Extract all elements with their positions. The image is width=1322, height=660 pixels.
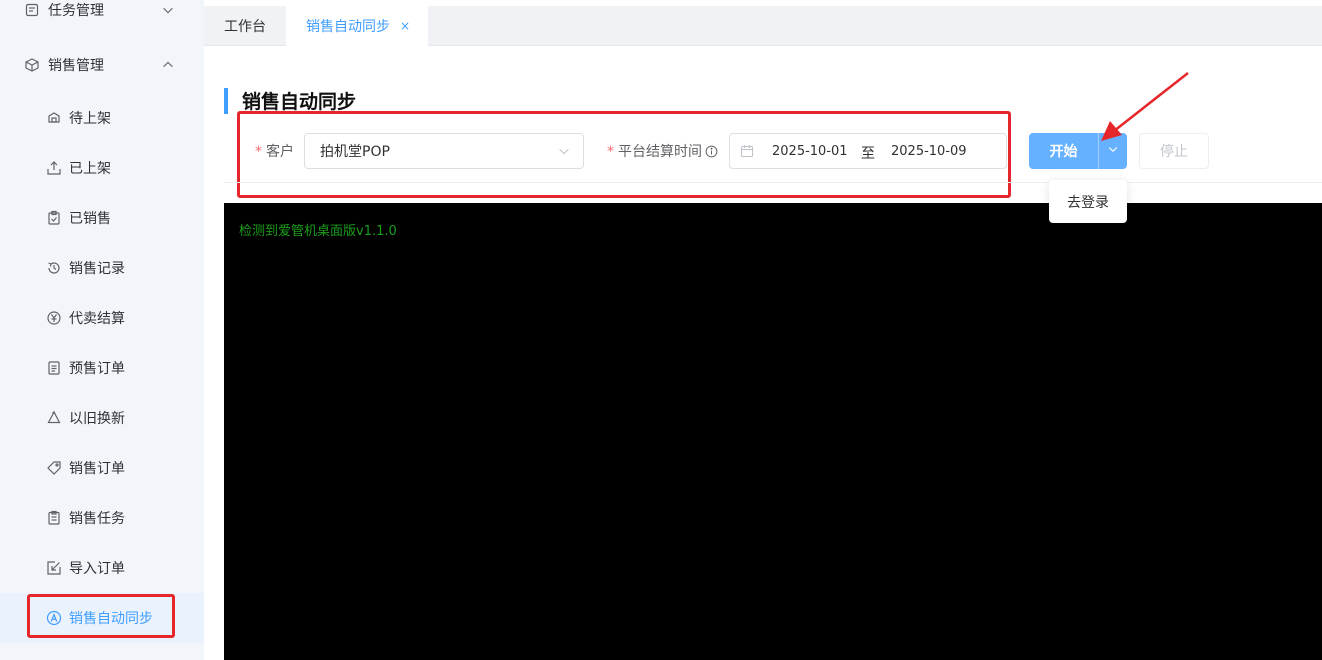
sidebar-group-label: 销售管理 (48, 58, 104, 74)
sidebar-item-pending-shelf[interactable]: 待上架 (0, 93, 204, 143)
sidebar-item-label: 销售订单 (69, 461, 125, 477)
sidebar-group-sales[interactable]: 销售管理 (0, 40, 204, 90)
sidebar-item-label: 导入订单 (69, 561, 125, 577)
sidebar-group-label: 任务管理 (48, 3, 104, 19)
console-line: 检测到爱管机桌面版v1.1.0 (239, 224, 397, 239)
sidebar-item-consign-settle[interactable]: 代卖结算 (0, 293, 204, 343)
sidebar-item-sales-task[interactable]: 销售任务 (0, 493, 204, 543)
clipboard-check-icon (46, 210, 62, 226)
sidebar-item-label: 销售任务 (69, 511, 125, 527)
page-title: 销售自动同步 (242, 91, 357, 113)
tab-auto-sync[interactable]: 销售自动同步 × (286, 6, 428, 46)
chevron-down-icon (1107, 143, 1119, 159)
document-icon (46, 360, 62, 376)
dropdown-item-label: 去登录 (1067, 194, 1109, 211)
start-dropdown-toggle[interactable] (1098, 133, 1127, 169)
annotation-highlight-form (237, 111, 1011, 198)
stop-button-label: 停止 (1160, 144, 1188, 160)
sidebar-item-label: 代卖结算 (69, 311, 125, 327)
start-button-label: 开始 (1049, 144, 1078, 160)
title-accent-bar (224, 88, 228, 114)
sidebar-item-sales-order[interactable]: 销售订单 (0, 443, 204, 493)
sidebar-item-label: 已销售 (69, 211, 111, 227)
sidebar-item-label: 销售记录 (69, 261, 125, 277)
tab-label: 销售自动同步 (306, 19, 390, 35)
clipboard-list-icon (46, 510, 62, 526)
pending-shelf-icon (46, 110, 62, 126)
import-icon (46, 560, 62, 576)
sidebar-item-label: 待上架 (69, 111, 111, 127)
console-output: 检测到爱管机桌面版v1.1.0 (224, 203, 1322, 660)
dropdown-item-login[interactable]: 去登录 (1049, 180, 1127, 223)
tab-workbench[interactable]: 工作台 (204, 6, 286, 46)
start-button[interactable]: 开始 (1029, 133, 1098, 169)
recycle-icon (46, 410, 62, 426)
sidebar-group-task[interactable]: 任务管理 (0, 0, 204, 35)
yen-circle-icon (46, 310, 62, 326)
sidebar-item-label: 预售订单 (69, 361, 125, 377)
divider (224, 182, 1322, 183)
annotation-highlight-sidebar (27, 594, 175, 638)
sidebar-item-label: 以旧换新 (69, 411, 125, 427)
sidebar-item-trade-in[interactable]: 以旧换新 (0, 393, 204, 443)
sidebar-item-on-shelf[interactable]: 已上架 (0, 143, 204, 193)
tab-bar: 工作台 销售自动同步 × (204, 6, 1322, 46)
chevron-up-icon (160, 57, 176, 73)
package-icon (24, 57, 40, 73)
task-icon (24, 2, 40, 18)
sidebar-item-sales-record[interactable]: 销售记录 (0, 243, 204, 293)
sidebar: 任务管理 销售管理 待上架 已上架 已销售 销售记录 代卖结算 预售订单 以旧换… (0, 0, 204, 660)
upload-icon (46, 160, 62, 176)
history-icon (46, 260, 62, 276)
sidebar-item-import-order[interactable]: 导入订单 (0, 543, 204, 593)
sidebar-item-label: 已上架 (69, 161, 111, 177)
tab-label: 工作台 (224, 19, 266, 35)
sidebar-item-presale-order[interactable]: 预售订单 (0, 343, 204, 393)
chevron-down-icon (160, 2, 176, 18)
close-icon[interactable]: × (400, 19, 410, 33)
stop-button[interactable]: 停止 (1139, 133, 1209, 169)
sidebar-item-sold[interactable]: 已销售 (0, 193, 204, 243)
tag-icon (46, 460, 62, 476)
